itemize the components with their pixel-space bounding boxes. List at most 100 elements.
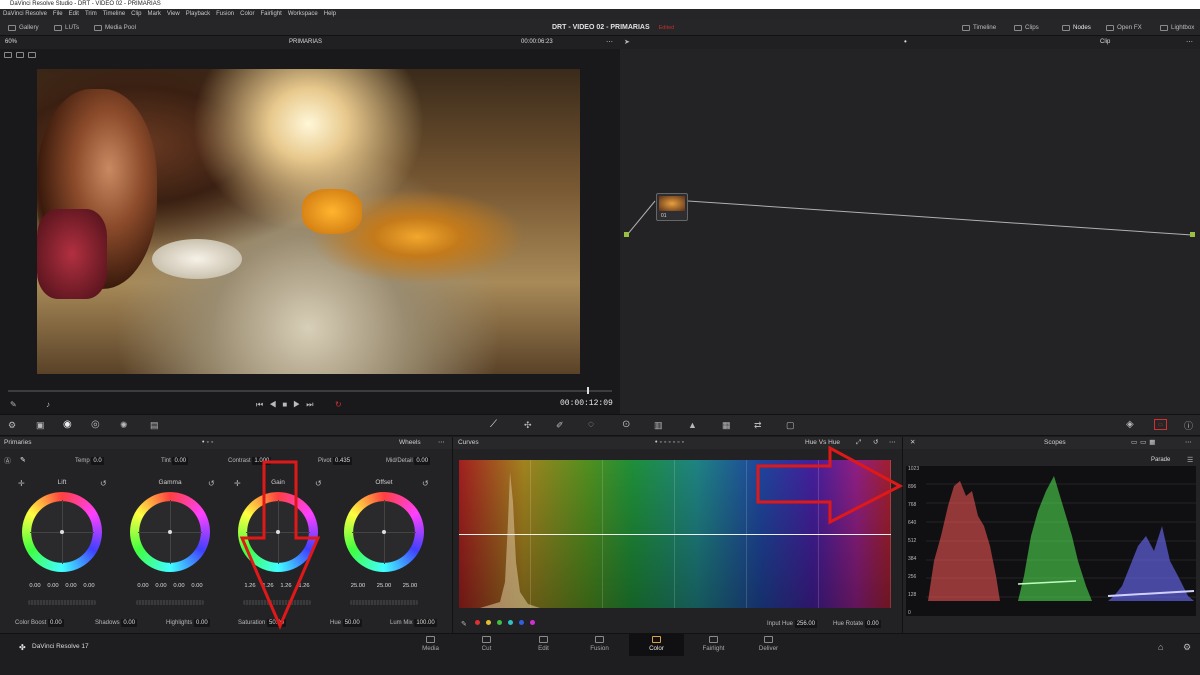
lift-g-value[interactable]: 0.00 [63,583,79,589]
lift-reset-icon[interactable]: ↺ [100,479,107,488]
clips-button[interactable]: Clips [1014,20,1039,36]
media-pool-button[interactable]: Media Pool [94,20,136,36]
viewer-image[interactable] [37,69,580,374]
menu-file[interactable]: File [53,9,63,20]
node-01[interactable]: 01 [656,193,688,221]
home-icon[interactable]: ⌂ [1158,642,1163,652]
single-view-icon[interactable] [4,52,12,58]
lightbox-toggle-icon[interactable]: ◈ [1126,419,1134,430]
page-fusion[interactable]: Fusion [572,634,627,656]
playhead[interactable] [586,387,589,394]
pivot-control[interactable]: Pivot 0.435 [318,457,353,465]
shadows-value[interactable]: 0.00 [121,619,138,627]
qualifier-icon[interactable]: ✐ [556,420,564,431]
hdr-icon[interactable]: ◎ [91,419,100,430]
gamma-b-value[interactable]: 0.00 [189,583,205,589]
hue-curve-line[interactable] [459,534,891,535]
primaries-mode[interactable]: Wheels [399,437,421,449]
scopes-settings-icon[interactable]: ☰ [1187,456,1193,464]
timecode-top[interactable]: 00:00:06:23 [521,39,553,45]
hue-control[interactable]: Hue 50.00 [330,619,362,627]
node-editor[interactable]: 01 [620,49,1200,414]
offset-reset-icon[interactable]: ↺ [422,479,429,488]
menu-fusion[interactable]: Fusion [216,9,234,20]
gamma-wheel[interactable] [130,492,210,572]
key-icon[interactable]: ▦ [722,420,731,431]
audio-icon[interactable]: ♪ [46,400,50,409]
rgb-mixer-icon[interactable]: ✺ [120,420,128,431]
offset-master-wheel[interactable] [350,600,418,605]
nodes-button[interactable]: Nodes [1062,20,1091,36]
timeline-button[interactable]: Timeline [962,20,996,36]
colorboost-control[interactable]: Color Boost 0.00 [15,619,64,627]
offset-r-value[interactable]: 25.00 [348,583,368,589]
hue-value[interactable]: 50.00 [342,619,362,627]
zoom-level[interactable]: 60% [5,39,17,45]
menu-help[interactable]: Help [324,9,336,20]
blue-dot-icon[interactable] [519,620,524,625]
info-icon[interactable]: ⓘ [1184,419,1193,432]
scopes-toggle-icon[interactable]: ▭ [1154,419,1167,430]
temp-value[interactable]: 0.0 [91,457,104,465]
lift-b-value[interactable]: 0.00 [81,583,97,589]
highlights-value[interactable]: 0.00 [194,619,210,627]
magenta-dot-icon[interactable] [530,620,535,625]
node-more-icon[interactable]: ⋯ [1186,38,1193,46]
offset-wheel[interactable] [344,492,424,572]
shadows-control[interactable]: Shadows 0.00 [95,619,138,627]
gallery-button[interactable]: Gallery [8,20,39,36]
cyan-dot-icon[interactable] [508,620,513,625]
pen-icon[interactable]: ✎ [10,400,17,409]
auto-balance-icon[interactable]: Ⓐ [4,456,11,466]
hue-rotate-control[interactable]: Hue Rotate 0.00 [833,620,881,628]
more-icon[interactable]: ⋯ [606,38,613,46]
page-cut[interactable]: Cut [459,634,514,656]
menu-timeline[interactable]: Timeline [103,9,125,20]
pivot-value[interactable]: 0.435 [333,457,353,465]
gamma-master-wheel[interactable] [136,600,204,605]
luts-button[interactable]: LUTs [54,20,79,36]
menu-playback[interactable]: Playback [186,9,210,20]
page-media[interactable]: Media [403,634,458,656]
middetail-value[interactable]: 0.00 [414,457,431,465]
primaries-more-icon[interactable]: ⋯ [438,437,445,449]
scopes-more-icon[interactable]: ⋯ [1185,437,1192,449]
lummix-value[interactable]: 100.00 [414,619,437,627]
loop-icon[interactable]: ↻ [335,400,342,409]
temp-control[interactable]: Temp 0.0 [75,457,104,465]
gamma-y-value[interactable]: 0.00 [135,583,151,589]
clip-name[interactable]: PRIMARIAS [289,39,322,45]
tint-value[interactable]: 0.00 [172,457,189,465]
menu-mark[interactable]: Mark [148,9,161,20]
settings-icon[interactable]: ⚙ [1183,642,1191,653]
window-icon[interactable]: ◌ [588,419,594,430]
color-warper-icon[interactable]: ✣ [524,420,532,431]
transport-buttons[interactable]: ⏮◀■▶⏭ [256,400,320,410]
page-deliver[interactable]: Deliver [741,634,796,656]
hue-rotate-value[interactable]: 0.00 [865,620,881,628]
menu-workspace[interactable]: Workspace [288,9,318,20]
lift-master-wheel[interactable] [28,600,96,605]
page-color[interactable]: Color [629,634,684,656]
offset-g-value[interactable]: 25.00 [374,583,394,589]
lift-r-value[interactable]: 0.00 [45,583,61,589]
gamma-g-value[interactable]: 0.00 [171,583,187,589]
magic-mask-icon[interactable]: ▥ [654,420,663,431]
pointer-icon[interactable]: ➤ [624,38,630,46]
scopes-mode[interactable]: Parade [1151,457,1170,463]
menu-clip[interactable]: Clip [131,9,141,20]
menu-view[interactable]: View [167,9,180,20]
lift-y-value[interactable]: 0.00 [27,583,43,589]
colorboost-value[interactable]: 0.00 [48,619,64,627]
lightbox-button[interactable]: Lightbox [1160,20,1194,36]
gamma-r-value[interactable]: 0.00 [153,583,169,589]
scopes-layout-icons[interactable]: ▭▭▦ [1131,437,1158,449]
menu-edit[interactable]: Edit [69,9,79,20]
menu-resolve[interactable]: DaVinci Resolve [3,9,47,20]
motion-effects-icon[interactable]: ▤ [150,420,159,431]
scopes-close-icon[interactable]: ✕ [910,437,915,449]
gamma-reset-icon[interactable]: ↺ [208,479,215,488]
menu-fairlight[interactable]: Fairlight [260,9,281,20]
highlights-control[interactable]: Highlights 0.00 [166,619,210,627]
split-view-icon[interactable] [16,52,24,58]
